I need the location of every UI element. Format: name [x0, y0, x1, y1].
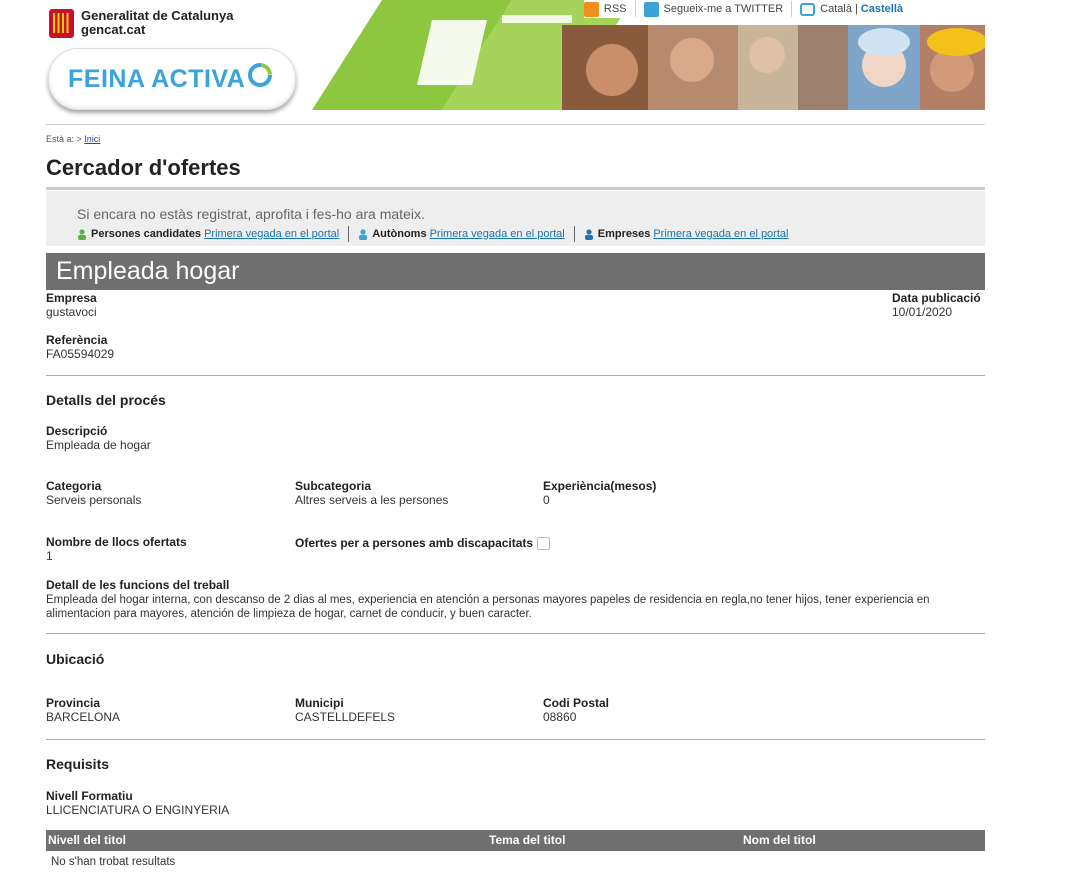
empreses-first-time-link[interactable]: Primera vegada en el portal	[653, 228, 788, 240]
feina-activa-logo[interactable]: FEINA ACTIVA	[48, 48, 296, 110]
empresa-label: Empresa	[46, 291, 97, 305]
location-heading: Ubicació	[46, 651, 105, 667]
breadcrumb: Està a: > Inici	[46, 134, 100, 144]
referencia-value: FA05594029	[46, 347, 115, 361]
offer-title-bar: Empleada hogar	[46, 253, 985, 290]
autonoms-label: Autònoms	[372, 228, 427, 240]
lang-castella-link[interactable]: Castellà	[861, 3, 903, 15]
nivell-formatiu-label: Nivell Formatiu	[46, 789, 133, 803]
rss-link[interactable]: RSS	[604, 3, 627, 15]
discapacitats-field: Ofertes per a persones amb discapacitats	[295, 536, 551, 551]
page: Generalitat de Catalunya gencat.cat FEIN…	[0, 0, 998, 876]
language-chat-icon	[800, 2, 816, 16]
gencat-domain: gencat.cat	[81, 22, 146, 37]
data-publicacio-label: Data publicació	[892, 291, 981, 305]
logo-text: FEINA ACTIVA	[68, 64, 246, 93]
process-heading: Detalls del procés	[46, 392, 166, 408]
refresh-ring-icon	[248, 63, 272, 87]
header-divider	[46, 124, 985, 125]
twitter-link[interactable]: Segueix-me a TWITTER	[664, 3, 784, 15]
rss-icon[interactable]	[583, 1, 599, 17]
title-divider	[46, 187, 985, 190]
llocs-value: 1	[46, 549, 53, 563]
divider	[573, 226, 575, 242]
nivell-formatiu-value: LLICENCIATURA O ENGINYERIA	[46, 803, 230, 817]
empreses-label: Empreses	[597, 228, 651, 240]
page-title: Cercador d'ofertes	[46, 155, 241, 180]
categoria-label: Categoria	[46, 479, 102, 493]
column-header-tema[interactable]: Tema del titol	[489, 833, 565, 847]
experiencia-value: 0	[543, 493, 550, 507]
codi-postal-value: 08860	[543, 710, 577, 724]
top-links: RSS Segueix-me a TWITTER Català | Castel…	[583, 0, 903, 18]
empresa-value: gustavoci	[46, 305, 97, 319]
section-divider	[46, 375, 985, 376]
municipi-value: CASTELLDEFELS	[295, 710, 396, 724]
column-header-nom[interactable]: Nom del titol	[743, 833, 816, 847]
lang-separator: |	[854, 3, 858, 15]
discapacitats-label: Ofertes per a persones amb discapacitats	[295, 536, 534, 550]
discapacitats-checkbox[interactable]	[537, 537, 551, 551]
registration-notice: Si encara no estàs registrat, aprofita i…	[46, 191, 985, 246]
person-icon	[78, 228, 86, 240]
categoria-value: Serveis personals	[46, 493, 142, 507]
titles-table-header: Nivell del titol Tema del titol Nom del …	[46, 830, 985, 851]
funcions-value: Empleada del hogar interna, con descanso…	[46, 594, 930, 620]
requirements-heading: Requisits	[46, 756, 110, 772]
no-results-message: No s'han trobat resultats	[51, 856, 176, 868]
divider	[348, 226, 350, 242]
gencat-name: Generalitat de Catalunya	[81, 8, 234, 23]
autonoms-first-time-link[interactable]: Primera vegada en el portal	[430, 228, 565, 240]
divider	[791, 1, 793, 17]
lang-catala-link[interactable]: Català	[820, 3, 852, 15]
column-header-nivell[interactable]: Nivell del titol	[48, 833, 126, 847]
candidates-label: Persones candidates	[91, 228, 202, 240]
person-icon	[359, 228, 368, 240]
breadcrumb-prefix: Està a: >	[46, 134, 82, 144]
subcategoria-value: Altres serveis a les persones	[295, 493, 449, 507]
breadcrumb-home-link[interactable]: Inici	[84, 134, 100, 144]
descripcio-value: Empleada de hogar	[46, 438, 151, 452]
person-icon	[584, 228, 593, 240]
page-margin	[998, 0, 1080, 876]
notice-links: Persones candidates Primera vegada en el…	[77, 226, 788, 242]
gencat-shield-icon	[49, 9, 74, 38]
divider	[634, 1, 636, 17]
provincia-value: BARCELONA	[46, 710, 121, 724]
offer-title: Empleada hogar	[56, 257, 240, 285]
llocs-label: Nombre de llocs ofertats	[46, 535, 187, 549]
candidates-first-time-link[interactable]: Primera vegada en el portal	[204, 228, 339, 240]
subcategoria-label: Subcategoria	[295, 479, 372, 493]
section-divider	[46, 633, 985, 634]
gencat-brand[interactable]: Generalitat de Catalunya gencat.cat	[49, 9, 233, 38]
funcions-label: Detall de les funcions del treball	[46, 578, 230, 592]
codi-postal-label: Codi Postal	[543, 696, 610, 710]
data-publicacio-value: 10/01/2020	[892, 305, 953, 319]
twitter-icon[interactable]	[643, 1, 659, 17]
referencia-label: Referència	[46, 333, 108, 347]
provincia-label: Provincia	[46, 696, 101, 710]
notice-text: Si encara no estàs registrat, aprofita i…	[77, 206, 425, 222]
municipi-label: Municipi	[295, 696, 344, 710]
descripcio-label: Descripció	[46, 424, 108, 438]
experiencia-label: Experiència(mesos)	[543, 479, 657, 493]
section-divider	[46, 739, 985, 740]
